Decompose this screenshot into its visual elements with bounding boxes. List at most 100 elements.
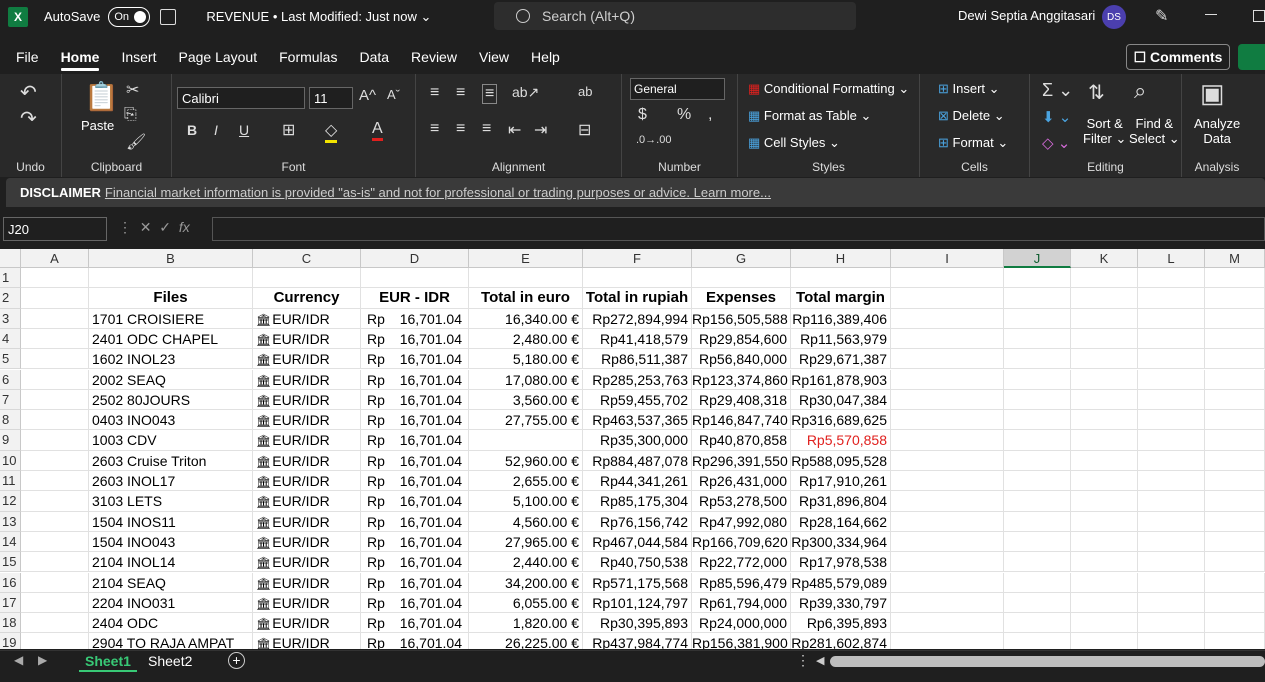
undo-icon[interactable]: ↶ xyxy=(20,80,37,105)
grid-cell[interactable] xyxy=(1004,633,1071,649)
cell-margin[interactable]: Rp11,563,979 xyxy=(791,328,891,350)
increase-indent-icon[interactable]: ⇥ xyxy=(534,120,547,140)
grid-cell[interactable] xyxy=(1138,613,1205,634)
grid-cell[interactable] xyxy=(1138,471,1205,492)
column-header-c[interactable]: C xyxy=(253,249,361,268)
fill-icon[interactable]: ⬇ ⌄ xyxy=(1042,108,1071,126)
grid-cell[interactable] xyxy=(891,592,1004,614)
cell-currency[interactable]: 🏛EUR/IDR xyxy=(253,430,361,451)
grid-cell[interactable] xyxy=(891,288,1004,309)
cell-rate[interactable]: Rp 16,701.04 xyxy=(361,633,469,649)
cell-expenses[interactable]: Rp296,391,550 xyxy=(692,450,791,471)
grid-cell[interactable] xyxy=(21,552,89,573)
grid-cell[interactable] xyxy=(891,613,1004,634)
grid-cell[interactable] xyxy=(891,471,1004,492)
cell-rupiah[interactable]: Rp467,044,584 xyxy=(583,531,692,553)
cell-file[interactable]: 2404 ODC xyxy=(89,613,253,634)
grid-cell[interactable] xyxy=(1138,552,1205,573)
cell-margin[interactable]: Rp281,602,874 xyxy=(791,633,891,649)
cell-expenses[interactable]: Rp146,847,740 xyxy=(692,410,791,431)
cell-rupiah[interactable]: Rp101,124,797 xyxy=(583,592,692,614)
format-as-table-button[interactable]: ▦ Format as Table ⌄ xyxy=(748,108,871,124)
grid-cell[interactable] xyxy=(1138,389,1205,411)
grid-cell[interactable] xyxy=(21,531,89,553)
row-header[interactable]: 15 xyxy=(0,552,21,573)
formula-input[interactable] xyxy=(212,217,1265,241)
cell-expenses[interactable]: Rp156,381,900 xyxy=(692,633,791,649)
cell-rate[interactable]: Rp 16,701.04 xyxy=(361,471,469,492)
column-header-m[interactable]: M xyxy=(1205,249,1265,268)
grid-cell[interactable] xyxy=(1004,572,1071,593)
cell-euro[interactable]: 1,820.00 € xyxy=(469,613,583,634)
cell-file[interactable]: 2104 SEAQ xyxy=(89,572,253,593)
cell-file[interactable]: 1602 INOL23 xyxy=(89,349,253,370)
paste-button[interactable]: Paste xyxy=(81,118,114,133)
merge-center-icon[interactable]: ⊟ xyxy=(578,120,591,140)
grid-cell[interactable] xyxy=(1071,308,1138,329)
grid-cell[interactable] xyxy=(1205,308,1265,329)
cell-expenses[interactable]: Rp166,709,620 xyxy=(692,531,791,553)
grid-cell[interactable] xyxy=(1071,410,1138,431)
comments-button[interactable]: ☐ Comments xyxy=(1126,44,1230,70)
wrap-text-icon[interactable]: ab xyxy=(578,84,592,99)
cell-margin[interactable]: Rp17,978,538 xyxy=(791,552,891,573)
cell-expenses[interactable]: Rp24,000,000 xyxy=(692,613,791,634)
conditional-formatting-button[interactable]: ▦ Conditional Formatting ⌄ xyxy=(748,81,909,97)
scroll-options-icon[interactable]: ⋮ xyxy=(796,652,810,669)
grid-cell[interactable] xyxy=(1004,531,1071,553)
cell-expenses[interactable]: Rp156,505,588 xyxy=(692,308,791,329)
avatar[interactable]: DS xyxy=(1102,5,1126,29)
grid-cell[interactable] xyxy=(1205,369,1265,390)
grid-cell[interactable] xyxy=(1138,531,1205,553)
prev-sheet-icon[interactable]: ◀ xyxy=(14,653,23,667)
grid-cell[interactable] xyxy=(1004,552,1071,573)
grid-cell[interactable] xyxy=(1138,410,1205,431)
grid-cell[interactable] xyxy=(21,450,89,471)
grid-cell[interactable] xyxy=(1205,410,1265,431)
column-header-e[interactable]: E xyxy=(469,249,583,268)
row-header[interactable]: 5 xyxy=(0,349,21,370)
cell-rupiah[interactable]: Rp35,300,000 xyxy=(583,430,692,451)
insert-cells-button[interactable]: ⊞ Insert ⌄ xyxy=(938,81,1000,97)
excel-logo-icon[interactable]: X xyxy=(8,6,28,27)
align-right-icon[interactable]: ≡ xyxy=(482,120,491,138)
cell-euro[interactable]: 5,180.00 € xyxy=(469,349,583,370)
row-header[interactable]: 18 xyxy=(0,613,21,634)
cell-currency[interactable]: 🏛EUR/IDR xyxy=(253,552,361,573)
grid-cell[interactable] xyxy=(891,389,1004,411)
grid-cell[interactable] xyxy=(1205,633,1265,649)
grid-cell[interactable] xyxy=(1071,531,1138,553)
orientation-icon[interactable]: ab↗ xyxy=(512,84,539,101)
grow-font-icon[interactable]: A^ xyxy=(359,87,376,104)
cell-euro[interactable]: 16,340.00 € xyxy=(469,308,583,329)
column-header-i[interactable]: I xyxy=(891,249,1004,268)
cell-euro[interactable]: 3,560.00 € xyxy=(469,389,583,411)
grid-cell[interactable] xyxy=(891,491,1004,512)
autosum-icon[interactable]: Σ ⌄ xyxy=(1042,80,1073,101)
grid-cell[interactable] xyxy=(1138,511,1205,532)
grid-cell[interactable] xyxy=(1205,552,1265,573)
column-header-f[interactable]: F xyxy=(583,249,692,268)
cell-rupiah[interactable]: Rp571,175,568 xyxy=(583,572,692,593)
analyze-data-icon[interactable]: ▣ xyxy=(1200,78,1225,109)
decrease-indent-icon[interactable]: ⇤ xyxy=(508,120,521,140)
grid-cell[interactable] xyxy=(1004,369,1071,390)
grid-cell[interactable] xyxy=(891,572,1004,593)
grid-cell[interactable] xyxy=(1071,471,1138,492)
cell-euro[interactable]: 52,960.00 € xyxy=(469,450,583,471)
grid-cell[interactable] xyxy=(1205,511,1265,532)
cell-rate[interactable]: Rp 16,701.04 xyxy=(361,450,469,471)
cell-euro[interactable] xyxy=(469,430,583,451)
menu-view[interactable]: View xyxy=(479,49,509,65)
borders-icon[interactable]: ⊞ xyxy=(282,120,295,140)
grid-cell[interactable] xyxy=(891,369,1004,390)
row-header[interactable]: 16 xyxy=(0,572,21,593)
cell-rupiah[interactable]: Rp272,894,994 xyxy=(583,308,692,329)
grid-cell[interactable] xyxy=(1205,531,1265,553)
grid-cell[interactable] xyxy=(1004,328,1071,350)
row-header[interactable]: 17 xyxy=(0,592,21,614)
cell-rate[interactable]: Rp 16,701.04 xyxy=(361,592,469,614)
cell-expenses[interactable]: Rp53,278,500 xyxy=(692,491,791,512)
grid-cell[interactable] xyxy=(1004,450,1071,471)
cell-euro[interactable]: 17,080.00 € xyxy=(469,369,583,390)
